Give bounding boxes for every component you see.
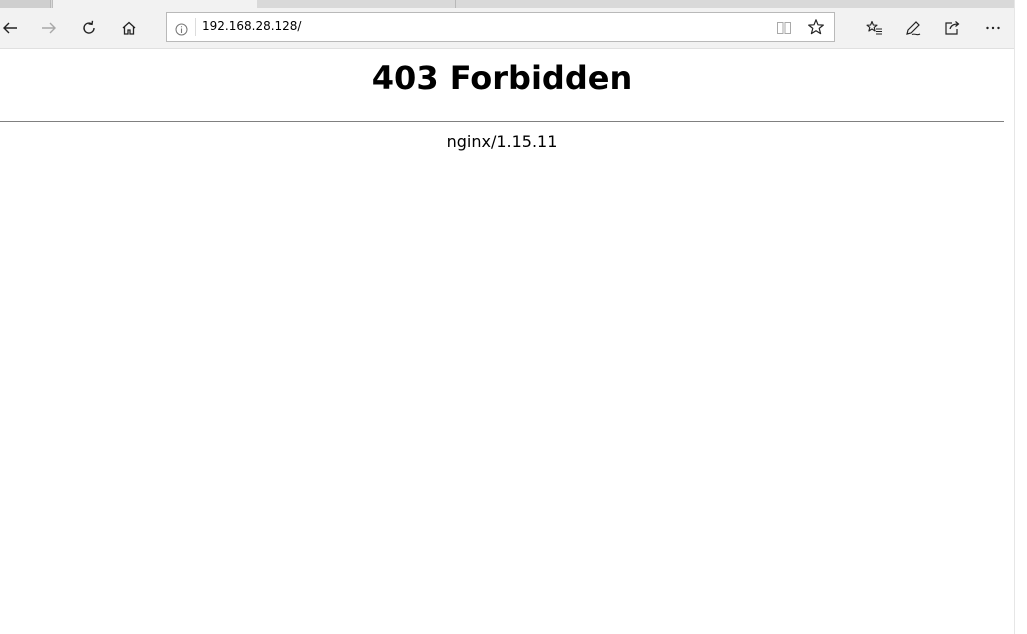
favorites-list-icon: [865, 19, 883, 37]
reading-view-icon[interactable]: [776, 20, 792, 40]
forward-arrow-icon: [40, 19, 58, 37]
notes-button[interactable]: [899, 14, 927, 42]
info-icon[interactable]: [175, 21, 188, 36]
tab-strip-empty: [456, 0, 1014, 8]
url-divider: [195, 18, 196, 36]
server-signature: nginx/1.15.11: [446, 132, 558, 151]
refresh-icon: [80, 19, 98, 37]
window-edge: [1014, 0, 1027, 634]
url-text[interactable]: 192.168.28.128/: [202, 19, 301, 33]
page-title: 403 Forbidden: [371, 59, 633, 97]
more-dots-icon: [984, 19, 1002, 37]
tab-strip: [0, 0, 1014, 8]
home-button[interactable]: [115, 14, 143, 42]
star-icon[interactable]: [807, 18, 825, 40]
address-bar[interactable]: 192.168.28.128/: [166, 12, 835, 42]
tab-inactive[interactable]: [0, 0, 51, 8]
back-arrow-icon: [1, 19, 19, 37]
home-icon: [120, 19, 138, 37]
tab-active[interactable]: [52, 0, 258, 8]
horizontal-rule: [0, 121, 1004, 122]
share-icon: [943, 19, 961, 37]
refresh-button[interactable]: [75, 14, 103, 42]
back-button[interactable]: [0, 14, 24, 42]
tab-inactive[interactable]: [257, 0, 456, 8]
share-button[interactable]: [938, 14, 966, 42]
forward-button[interactable]: [35, 14, 63, 42]
page-content: 403 Forbidden nginx/1.15.11: [0, 49, 1004, 634]
browser-toolbar: 192.168.28.128/: [0, 8, 1014, 49]
more-button[interactable]: [979, 14, 1007, 42]
pen-icon: [904, 19, 922, 37]
favorites-hub-button[interactable]: [860, 14, 888, 42]
